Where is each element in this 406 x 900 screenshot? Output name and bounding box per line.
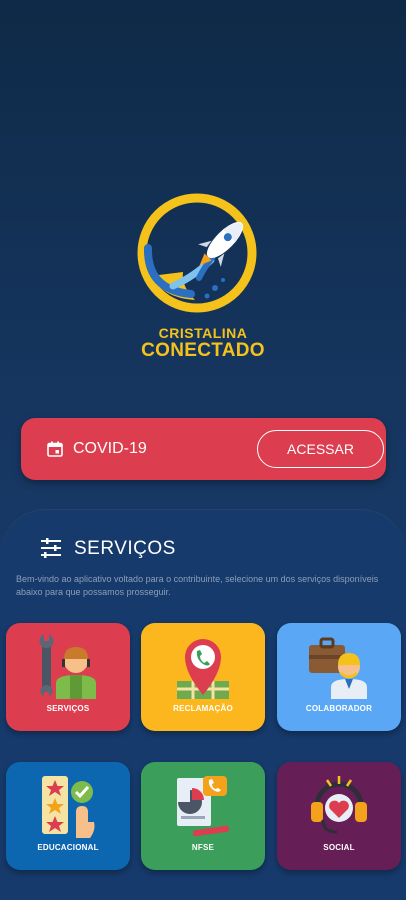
- tile-label: NFSE: [191, 843, 215, 852]
- tile-label: RECLAMAÇÃO: [173, 704, 233, 713]
- tile-nfse[interactable]: NFSE: [141, 762, 265, 870]
- calendar-icon: [47, 441, 63, 457]
- covid-banner: COVID-19 ACESSAR: [21, 418, 386, 480]
- app-logo: CRISTALINA CONECTADO: [133, 188, 273, 363]
- rocket-logo-icon: [137, 193, 257, 313]
- map-pin-phone-icon: [177, 639, 229, 699]
- tile-servicos[interactable]: SERVIÇOS: [6, 623, 130, 731]
- logo-line2: CONECTADO: [141, 340, 265, 361]
- tile-colaborador[interactable]: COLABORADOR: [277, 623, 401, 731]
- tile-label: SERVIÇOS: [46, 704, 90, 713]
- tile-social[interactable]: SOCIAL: [277, 762, 401, 870]
- tile-label: EDUCACIONAL: [37, 843, 99, 852]
- services-title: SERVIÇOS: [74, 538, 176, 559]
- covid-label: COVID-19: [73, 440, 147, 457]
- services-intro: Bem-vindo ao aplicativo voltado para o c…: [16, 574, 379, 597]
- acessar-button[interactable]: ACESSAR: [257, 430, 384, 468]
- sliders-icon: [41, 538, 61, 558]
- worker-wrench-icon: [39, 633, 96, 699]
- briefcase-person-icon: [309, 637, 367, 699]
- rating-checklist-icon: [42, 776, 95, 838]
- document-chart-icon: [177, 776, 229, 837]
- tile-label: COLABORADOR: [305, 704, 373, 713]
- tile-educacional[interactable]: EDUCACIONAL: [6, 762, 130, 870]
- logo-line1: CRISTALINA: [158, 325, 248, 341]
- tile-reclamacao[interactable]: RECLAMAÇÃO: [141, 623, 265, 731]
- tile-label: SOCIAL: [323, 843, 355, 852]
- headset-heart-icon: [311, 776, 367, 834]
